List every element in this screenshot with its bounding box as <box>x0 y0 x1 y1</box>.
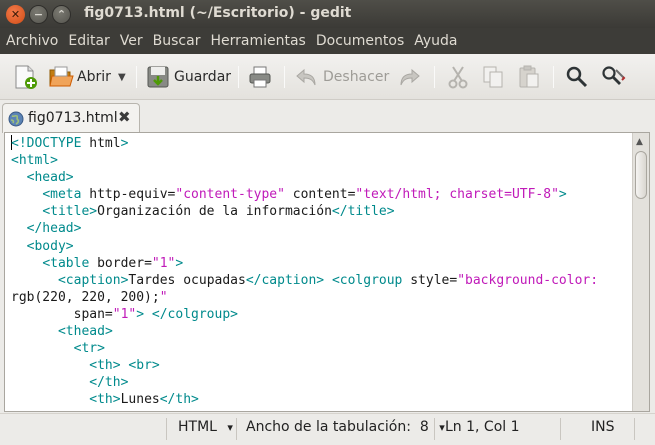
text-editor[interactable]: <!DOCTYPE html> <html> <head> <meta http-… <box>4 132 650 412</box>
redo-button[interactable] <box>396 63 422 91</box>
code-line[interactable]: <!DOCTYPE html> <box>11 135 631 152</box>
window-title: fig0713.html (~/Escritorio) - gedit <box>84 5 352 21</box>
code-line[interactable]: span="1"> </colgroup> <box>11 306 631 323</box>
close-window-button[interactable]: ✕ <box>6 5 25 24</box>
new-document-icon <box>15 65 37 89</box>
status-bar: HTML ▾ Ancho de la tabulación: 8 ▾ Ln 1,… <box>0 413 655 445</box>
tab-fig0713[interactable]: fig0713.html ✖ <box>2 103 140 133</box>
save-icon <box>147 66 169 88</box>
save-button[interactable]: Guardar <box>145 63 231 91</box>
insert-mode: INS <box>591 419 615 435</box>
code-content[interactable]: <!DOCTYPE html> <html> <head> <meta http-… <box>11 135 631 409</box>
open-label: Abrir <box>77 69 111 85</box>
vertical-scrollbar[interactable]: ▲ <box>632 133 649 411</box>
maximize-window-button[interactable]: ⌃ <box>52 5 71 24</box>
toolbar-separator <box>136 66 137 88</box>
tab-bar: fig0713.html ✖ <box>0 100 655 133</box>
code-line[interactable]: </th> <box>11 374 631 391</box>
search-replace-button[interactable] <box>600 63 626 91</box>
menu-editar[interactable]: Editar <box>63 33 114 49</box>
menu-buscar[interactable]: Buscar <box>148 33 206 49</box>
tab-width-label: Ancho de la tabulación: 8 <box>246 419 429 435</box>
status-separator <box>166 418 167 440</box>
undo-button[interactable]: Deshacer <box>294 63 389 91</box>
status-separator <box>434 418 435 440</box>
cut-icon <box>448 66 468 89</box>
scrollbar-thumb[interactable] <box>635 151 647 199</box>
undo-icon <box>296 68 316 86</box>
toolbar-separator <box>434 66 435 88</box>
code-line[interactable]: rgb(220, 220, 200);" <box>11 289 631 306</box>
chevron-down-icon: ▾ <box>227 421 233 434</box>
toolbar-separator <box>284 66 285 88</box>
chevron-down-icon: ▾ <box>439 421 445 434</box>
language-label: HTML <box>178 419 217 435</box>
search-icon <box>566 66 588 88</box>
menu-ver[interactable]: Ver <box>115 33 148 49</box>
tab-label: fig0713.html <box>28 110 118 126</box>
paste-button[interactable] <box>516 63 542 91</box>
status-separator <box>236 418 237 440</box>
save-label: Guardar <box>174 69 232 85</box>
print-icon <box>249 66 271 88</box>
open-folder-icon <box>49 66 74 87</box>
print-button[interactable] <box>247 63 273 91</box>
toolbar: Abrir ▼ Guardar Deshacer <box>0 54 655 100</box>
menu-archivo[interactable]: Archivo <box>1 33 63 49</box>
paste-icon <box>519 65 539 88</box>
menu-ayuda[interactable]: Ayuda <box>409 33 462 49</box>
code-line[interactable]: <meta http-equiv="content-type" content=… <box>11 186 631 203</box>
menu-documentos[interactable]: Documentos <box>311 33 409 49</box>
toolbar-separator <box>238 66 239 88</box>
redo-icon <box>400 68 420 86</box>
minimize-window-button[interactable]: − <box>29 5 48 24</box>
menu-herramientas[interactable]: Herramientas <box>205 33 310 49</box>
new-document-button[interactable] <box>12 63 38 91</box>
status-separator <box>560 418 561 440</box>
menu-bar: Archivo Editar Ver Buscar Herramientas D… <box>0 28 655 54</box>
code-line[interactable]: <html> <box>11 152 631 169</box>
code-line[interactable]: <th>Lunes</th> <box>11 391 631 408</box>
copy-icon <box>483 66 503 88</box>
tab-close-icon[interactable]: ✖ <box>118 108 131 126</box>
title-bar: ✕ − ⌃ fig0713.html (~/Escritorio) - gedi… <box>0 0 655 28</box>
cursor-position: Ln 1, Col 1 <box>445 419 520 435</box>
open-button[interactable]: Abrir <box>48 63 111 91</box>
code-line[interactable]: <table border="1"> <box>11 255 631 272</box>
scroll-up-icon[interactable]: ▲ <box>636 137 643 147</box>
code-line[interactable]: <title>Organización de la información</t… <box>11 203 631 220</box>
search-replace-icon <box>602 66 626 85</box>
status-separator <box>634 418 635 440</box>
undo-label: Deshacer <box>323 69 390 85</box>
cut-button[interactable] <box>445 63 471 91</box>
code-line[interactable]: <th> <br> <box>11 357 631 374</box>
code-line[interactable]: <tr> <box>11 340 631 357</box>
code-line[interactable]: </head> <box>11 220 631 237</box>
code-line[interactable]: <thead> <box>11 323 631 340</box>
toolbar-separator <box>553 66 554 88</box>
tab-width-selector[interactable]: Ancho de la tabulación: 8 ▾ <box>246 419 445 435</box>
open-recent-dropdown[interactable]: ▼ <box>118 63 126 91</box>
code-line[interactable]: <head> <box>11 169 631 186</box>
code-line[interactable]: <caption>Tardes ocupadas</caption> <colg… <box>11 272 631 289</box>
copy-button[interactable] <box>480 63 506 91</box>
language-selector[interactable]: HTML ▾ <box>178 419 233 435</box>
code-line[interactable]: <body> <box>11 238 631 255</box>
search-button[interactable] <box>564 63 590 91</box>
html-document-icon <box>8 111 24 127</box>
